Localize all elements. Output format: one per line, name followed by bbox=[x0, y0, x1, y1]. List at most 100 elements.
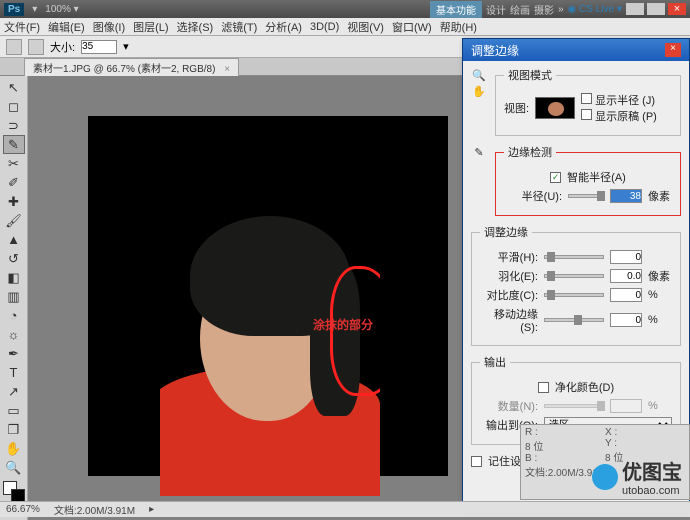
eraser-tool[interactable]: ◧ bbox=[3, 268, 25, 287]
smart-radius-label: 智能半径(A) bbox=[567, 169, 626, 185]
menu-filter[interactable]: 滤镜(T) bbox=[221, 19, 257, 35]
adjust-edge-legend: 调整边缘 bbox=[480, 224, 532, 240]
document-tab[interactable]: 素材一1.JPG @ 66.7% (素材一2, RGB/8) × bbox=[24, 58, 239, 76]
app-dropdown-1[interactable]: ▾ bbox=[32, 4, 37, 15]
show-original-label: 显示原稿 (P) bbox=[595, 111, 657, 123]
size-label: 大小: bbox=[50, 39, 75, 55]
lasso-tool[interactable]: ⊃ bbox=[3, 116, 25, 135]
window-maximize-button[interactable]: □ bbox=[647, 3, 665, 15]
menu-analysis[interactable]: 分析(A) bbox=[265, 19, 302, 35]
shift-slider[interactable] bbox=[544, 318, 604, 322]
workspace-item-3[interactable]: 摄影 bbox=[534, 2, 554, 17]
zoom-tool[interactable]: 🔍 bbox=[3, 458, 25, 477]
feather-slider[interactable] bbox=[544, 274, 604, 278]
cslive-button[interactable]: ◉ CS Live ▾ bbox=[568, 4, 622, 15]
size-input[interactable] bbox=[81, 40, 117, 54]
radius-slider[interactable] bbox=[568, 194, 604, 198]
info-y: Y : bbox=[605, 438, 685, 449]
dodge-tool[interactable]: ☼ bbox=[3, 325, 25, 344]
brush-preset-icon[interactable] bbox=[28, 39, 44, 55]
view-thumbnail[interactable] bbox=[535, 97, 575, 119]
menu-help[interactable]: 帮助(H) bbox=[440, 19, 477, 35]
window-close-button[interactable]: × bbox=[668, 3, 686, 15]
menu-view[interactable]: 视图(V) bbox=[347, 19, 384, 35]
radius-unit: 像素 bbox=[648, 188, 672, 204]
info-bits1: 8 位 bbox=[525, 438, 605, 453]
document-tab-close-icon[interactable]: × bbox=[224, 64, 230, 75]
path-select-tool[interactable]: ↗ bbox=[3, 382, 25, 401]
stamp-tool[interactable]: ▲ bbox=[3, 230, 25, 249]
document-canvas[interactable]: 涂抹的部分 bbox=[88, 116, 448, 476]
healing-tool[interactable]: ✚ bbox=[3, 192, 25, 211]
status-zoom[interactable]: 66.67% bbox=[6, 504, 40, 515]
smooth-slider[interactable] bbox=[544, 255, 604, 259]
menu-image[interactable]: 图像(I) bbox=[93, 19, 125, 35]
smart-radius-checkbox[interactable]: ✓ bbox=[550, 172, 561, 183]
window-minimize-button[interactable]: — bbox=[626, 3, 644, 15]
status-arrow-icon[interactable]: ▸ bbox=[149, 504, 154, 515]
contrast-input[interactable] bbox=[610, 288, 642, 302]
radius-input[interactable] bbox=[610, 189, 642, 203]
smooth-input[interactable] bbox=[610, 250, 642, 264]
watermark: 优图宝 utobao.com bbox=[592, 456, 682, 497]
purify-checkbox[interactable] bbox=[538, 382, 549, 393]
app-zoom[interactable]: 100% ▾ bbox=[45, 4, 78, 15]
annotation-text: 涂抹的部分 bbox=[313, 316, 373, 333]
marquee-tool[interactable]: ◻ bbox=[3, 97, 25, 116]
shift-input[interactable] bbox=[610, 313, 642, 327]
color-swatches[interactable] bbox=[3, 481, 25, 503]
main-menubar: 文件(F) 编辑(E) 图像(I) 图层(L) 选择(S) 滤镜(T) 分析(A… bbox=[0, 18, 690, 36]
pen-tool[interactable]: ✒ bbox=[3, 344, 25, 363]
quick-select-tool[interactable]: ✎ bbox=[3, 135, 25, 154]
refine-brush-icon[interactable]: ✎ bbox=[471, 144, 487, 160]
tool-preset-icon[interactable] bbox=[6, 39, 22, 55]
show-radius-label: 显示半径 (J) bbox=[595, 95, 655, 107]
remember-checkbox[interactable] bbox=[471, 456, 482, 467]
dialog-close-button[interactable]: × bbox=[665, 43, 681, 57]
blur-tool[interactable]: ◔ bbox=[3, 306, 25, 325]
amount-slider bbox=[544, 404, 604, 408]
info-x: X : bbox=[605, 427, 685, 438]
menu-edit[interactable]: 编辑(E) bbox=[48, 19, 85, 35]
menu-window[interactable]: 窗口(W) bbox=[392, 19, 432, 35]
gradient-tool[interactable]: ▥ bbox=[3, 287, 25, 306]
workspace-item-1[interactable]: 设计 bbox=[486, 2, 506, 17]
dialog-titlebar[interactable]: 调整边缘 × bbox=[463, 39, 689, 61]
crop-tool[interactable]: ✂ bbox=[3, 154, 25, 173]
type-tool[interactable]: T bbox=[3, 363, 25, 382]
photo-layer bbox=[160, 206, 380, 496]
move-tool[interactable]: ↖ bbox=[3, 78, 25, 97]
view-label: 视图: bbox=[504, 100, 529, 116]
menu-file[interactable]: 文件(F) bbox=[4, 19, 40, 35]
brush-tool[interactable]: 🖌 bbox=[3, 211, 25, 230]
show-radius-checkbox[interactable] bbox=[581, 93, 592, 104]
eyedropper-tool[interactable]: ✐ bbox=[3, 173, 25, 192]
shape-tool[interactable]: ▭ bbox=[3, 401, 25, 420]
workspace-more[interactable]: » bbox=[558, 4, 564, 15]
purify-label: 净化颜色(D) bbox=[555, 379, 614, 395]
workspace-item-2[interactable]: 绘画 bbox=[510, 2, 530, 17]
history-brush-tool[interactable]: ↺ bbox=[3, 249, 25, 268]
hand-tool-icon[interactable]: ✋ bbox=[471, 83, 487, 99]
hand-tool[interactable]: ✋ bbox=[3, 439, 25, 458]
watermark-text: 优图宝 bbox=[622, 456, 682, 485]
amount-input bbox=[610, 399, 642, 413]
zoom-tool-icon[interactable]: 🔍 bbox=[471, 67, 487, 83]
watermark-icon bbox=[592, 464, 618, 490]
statusbar: 66.67% 文档:2.00M/3.91M ▸ bbox=[0, 501, 690, 517]
feather-unit: 像素 bbox=[648, 268, 672, 284]
contrast-slider[interactable] bbox=[544, 293, 604, 297]
show-original-checkbox[interactable] bbox=[581, 109, 592, 120]
feather-label: 羽化(E): bbox=[480, 268, 538, 284]
app-titlebar: Ps ▾ 100% ▾ 基本功能 设计 绘画 摄影 » ◉ CS Live ▾ … bbox=[0, 0, 690, 18]
size-dropdown-icon[interactable]: ▾ bbox=[123, 40, 129, 53]
menu-3d[interactable]: 3D(D) bbox=[310, 21, 339, 33]
workspace-primary-btn[interactable]: 基本功能 bbox=[430, 1, 482, 18]
adjust-edge-group: 调整边缘 平滑(H): 羽化(E): 像素 对比度(C): % 移动边缘(S): bbox=[471, 224, 681, 346]
shift-unit: % bbox=[648, 314, 672, 326]
3d-tool[interactable]: ❒ bbox=[3, 420, 25, 439]
feather-input[interactable] bbox=[610, 269, 642, 283]
menu-select[interactable]: 选择(S) bbox=[177, 19, 214, 35]
menu-layer[interactable]: 图层(L) bbox=[133, 19, 168, 35]
radius-label: 半径(U): bbox=[504, 188, 562, 204]
